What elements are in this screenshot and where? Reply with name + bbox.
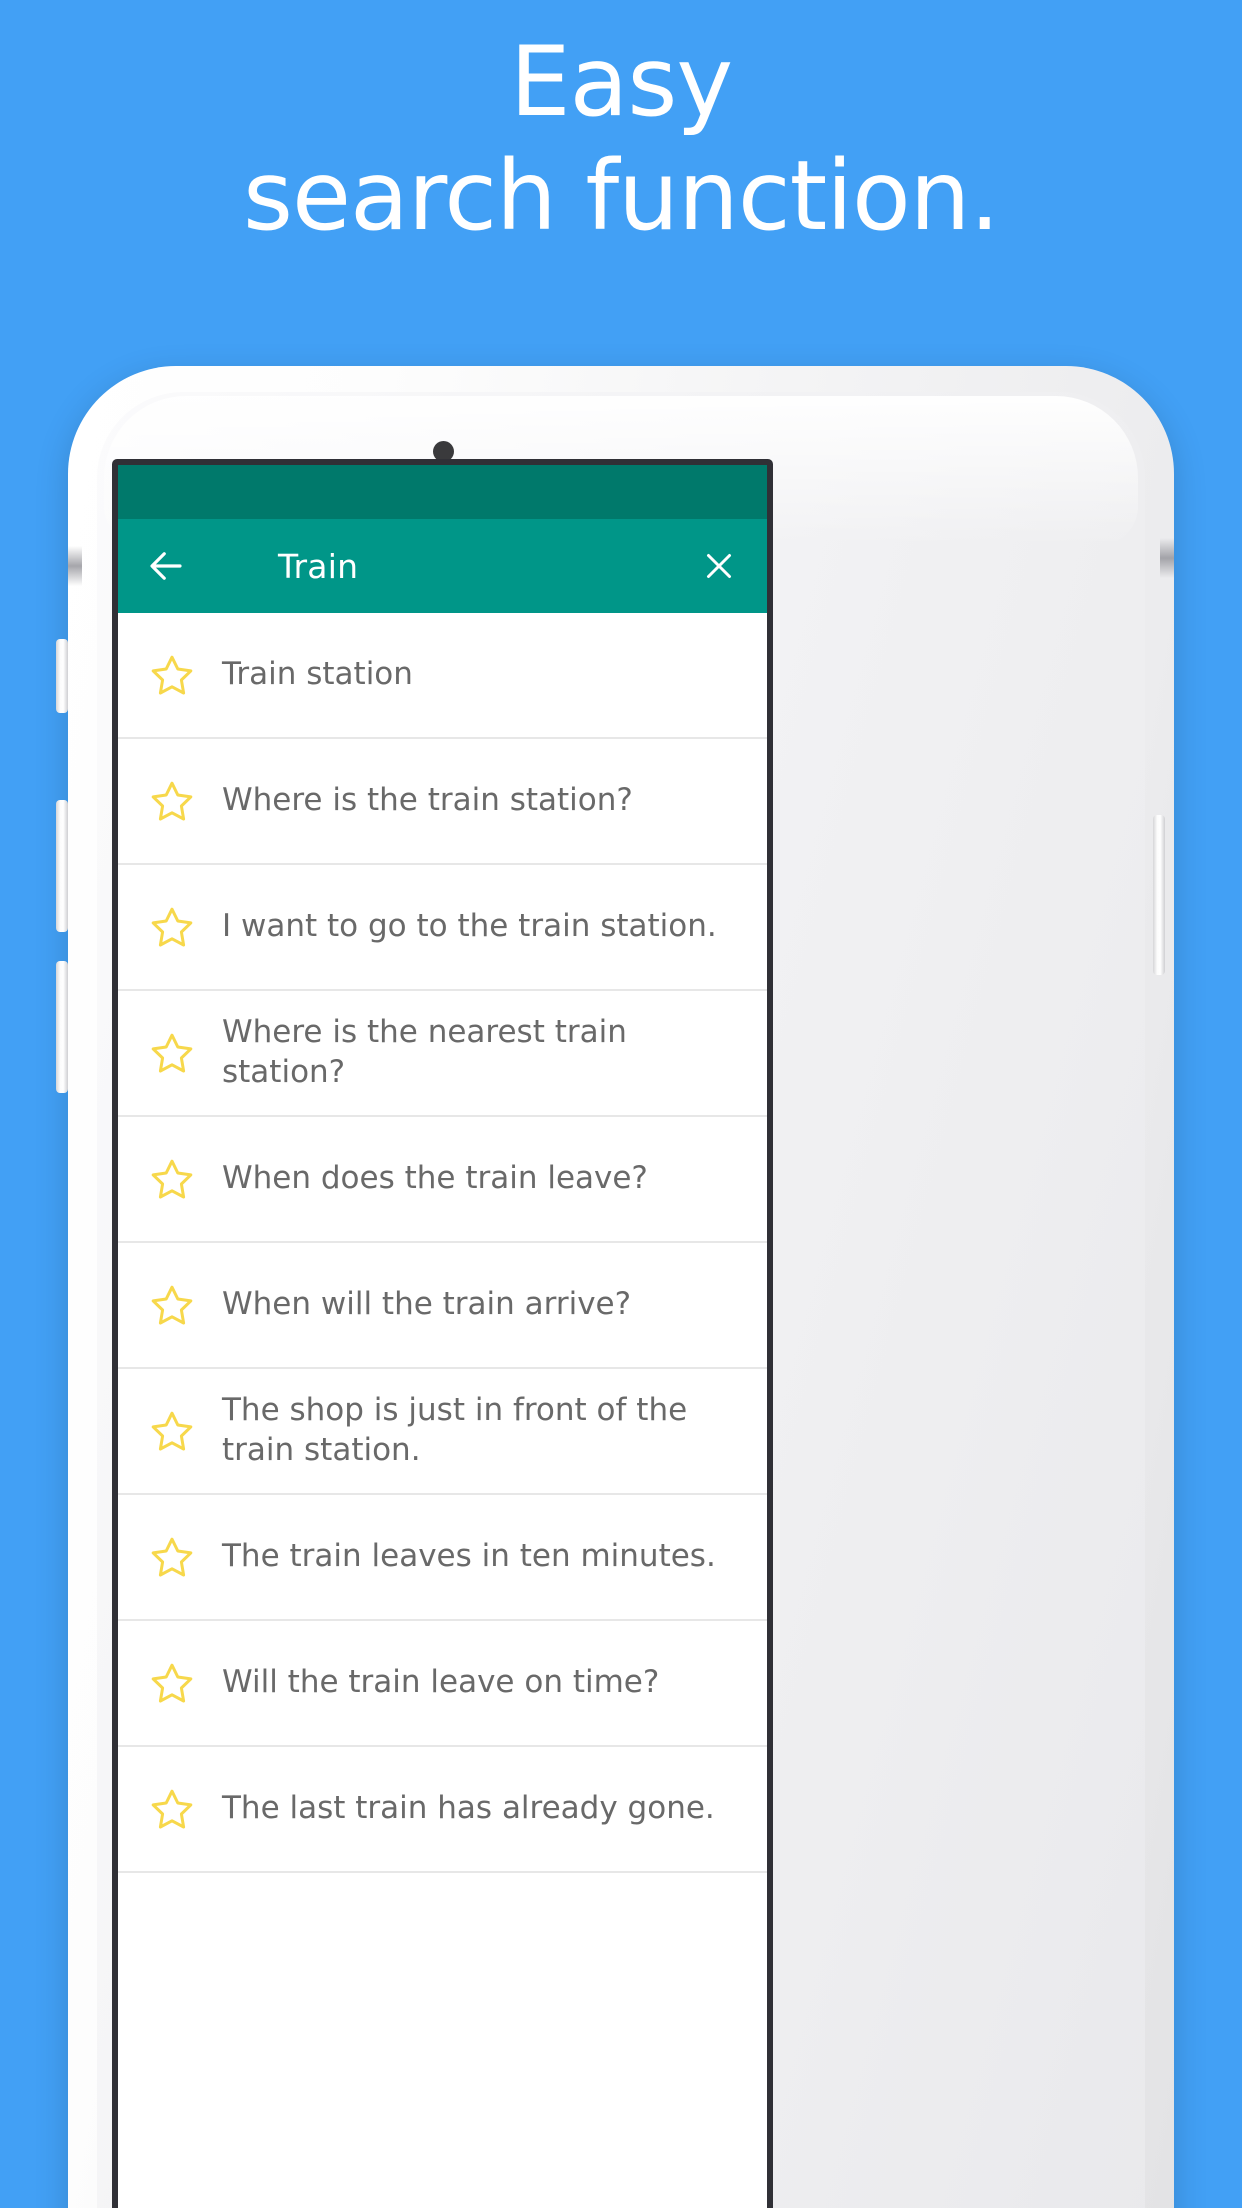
- star-outline-icon[interactable]: [148, 1029, 196, 1077]
- star-outline-icon[interactable]: [148, 1155, 196, 1203]
- hero-headline-line-2: search function.: [242, 140, 1000, 252]
- star-outline-icon[interactable]: [148, 1785, 196, 1833]
- list-item-label: When does the train leave?: [222, 1160, 648, 1197]
- list-item[interactable]: The last train has already gone.: [118, 1747, 767, 1873]
- star-outline-icon[interactable]: [148, 651, 196, 699]
- app-bar: Train: [118, 519, 767, 613]
- list-item-label: I want to go to the train station.: [222, 908, 717, 945]
- volume-up-button[interactable]: [56, 800, 68, 932]
- list-item[interactable]: Will the train leave on time?: [118, 1621, 767, 1747]
- star-outline-icon[interactable]: [148, 777, 196, 825]
- list-item-label: Where is the nearest train station?: [222, 1014, 627, 1090]
- hero-headline-line-1: Easy: [509, 26, 733, 138]
- star-outline-icon[interactable]: [148, 1407, 196, 1455]
- app-bar-title: Train: [278, 546, 359, 586]
- list-item-label: Where is the train station?: [222, 782, 633, 819]
- list-item-label: When will the train arrive?: [222, 1286, 632, 1323]
- star-outline-icon[interactable]: [148, 1281, 196, 1329]
- hero-headline: Easy search function.: [0, 34, 1242, 244]
- phone-screen: Train Train station Where is the train st…: [112, 459, 773, 2208]
- list-item[interactable]: I want to go to the train station.: [118, 865, 767, 991]
- silent-switch-button[interactable]: [56, 639, 68, 713]
- list-item[interactable]: Train station: [118, 613, 767, 739]
- list-item[interactable]: The train leaves in ten minutes.: [118, 1495, 767, 1621]
- list-item-label: Will the train leave on time?: [222, 1664, 660, 1701]
- volume-down-button[interactable]: [56, 961, 68, 1093]
- star-outline-icon[interactable]: [148, 1659, 196, 1707]
- phone-antenna-seam-right: [1160, 538, 1174, 578]
- power-button[interactable]: [1153, 815, 1165, 975]
- list-item-label: The train leaves in ten minutes.: [222, 1538, 716, 1575]
- list-item[interactable]: When does the train leave?: [118, 1117, 767, 1243]
- star-outline-icon[interactable]: [148, 1533, 196, 1581]
- list-item[interactable]: When will the train arrive?: [118, 1243, 767, 1369]
- status-bar: [118, 465, 767, 519]
- star-outline-icon[interactable]: [148, 903, 196, 951]
- back-arrow-icon[interactable]: [144, 544, 188, 588]
- app-viewport: Train Train station Where is the train st…: [118, 465, 767, 2208]
- list-item-label: The last train has already gone.: [222, 1790, 715, 1827]
- list-item[interactable]: Where is the nearest train station?: [118, 991, 767, 1117]
- list-item[interactable]: Where is the train station?: [118, 739, 767, 865]
- phone-antenna-seam-left: [68, 546, 82, 586]
- search-results-list[interactable]: Train station Where is the train station?…: [118, 613, 767, 1873]
- close-icon[interactable]: [697, 544, 741, 588]
- list-item-label: The shop is just in front of the train s…: [222, 1392, 688, 1468]
- list-item-label: Train station: [222, 656, 413, 693]
- list-item[interactable]: The shop is just in front of the train s…: [118, 1369, 767, 1495]
